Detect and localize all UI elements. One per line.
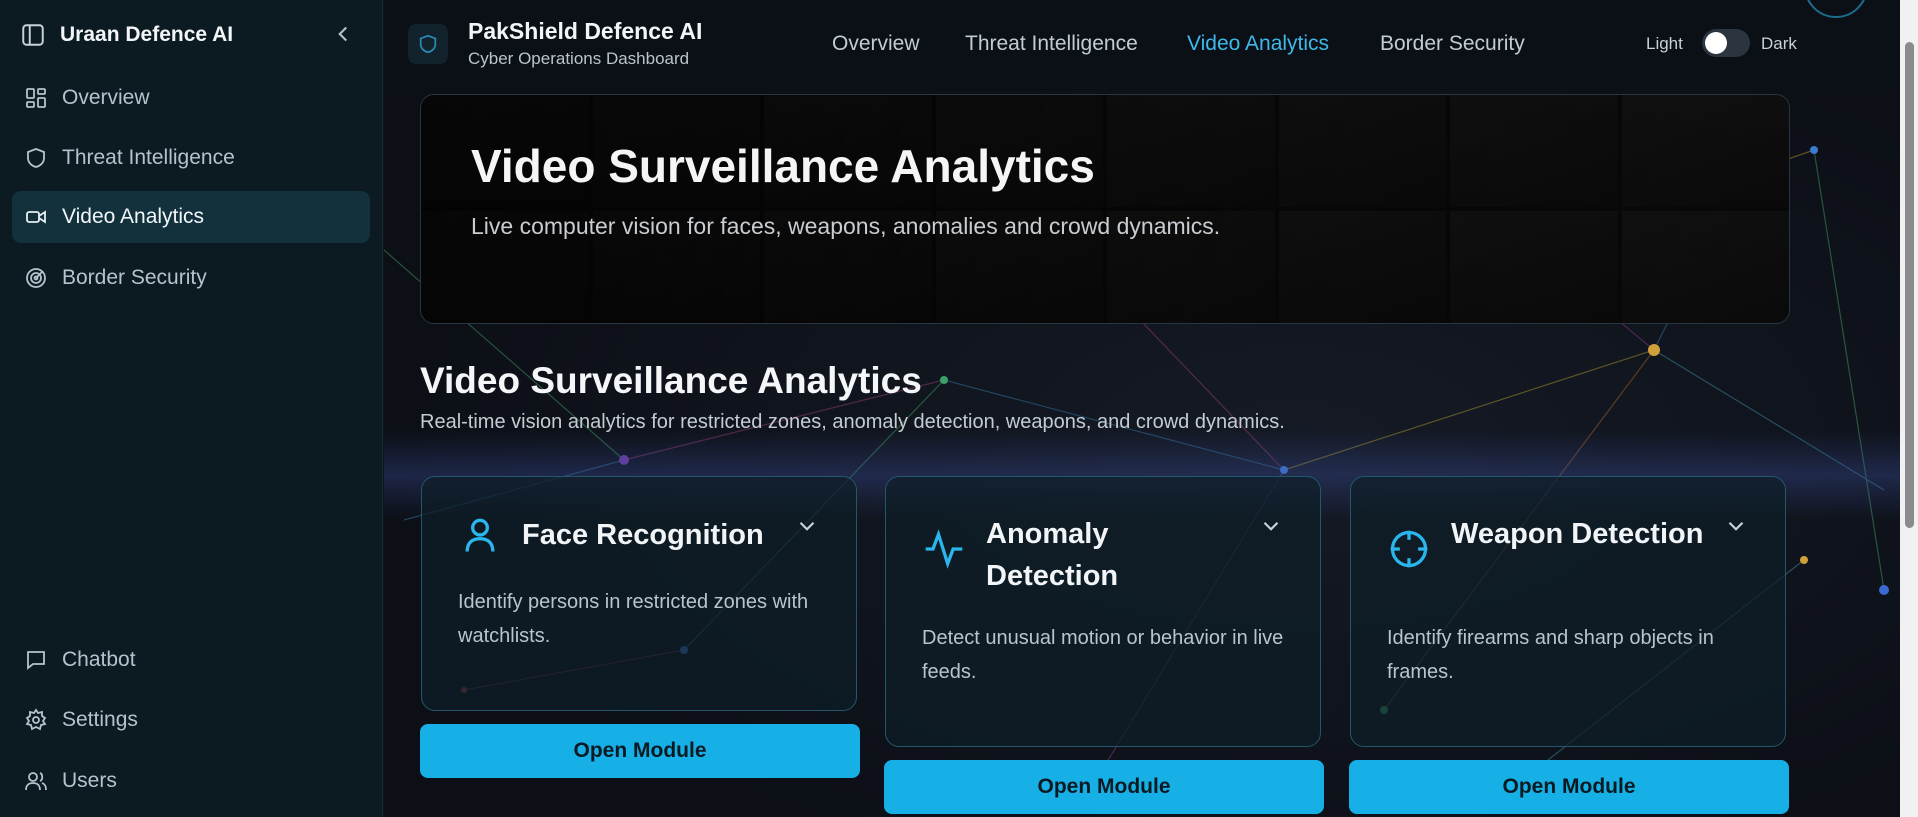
scrollbar-thumb[interactable] — [1905, 42, 1914, 528]
open-module-button[interactable]: Open Module — [1349, 760, 1789, 814]
brand-logo — [408, 24, 448, 64]
top-navbar: PakShield Defence AI Cyber Operations Da… — [384, 0, 1900, 90]
module-card-face-recognition[interactable]: Face Recognition Identify persons in res… — [421, 476, 857, 711]
sidebar-item-video-analytics[interactable]: Video Analytics — [12, 191, 370, 243]
hero-title: Video Surveillance Analytics — [471, 140, 1095, 192]
card-title: Weapon Detection — [1451, 518, 1704, 550]
toggle-knob — [1705, 32, 1727, 54]
nav-overview[interactable]: Overview — [832, 32, 920, 56]
gear-icon — [25, 708, 47, 731]
sidebar-item-threat-intelligence[interactable]: Threat Intelligence — [12, 132, 370, 184]
brand-subtitle: Cyber Operations Dashboard — [468, 49, 690, 68]
sidebar-item-border-security[interactable]: Border Security — [12, 252, 370, 304]
app-title: Uraan Defence AI — [60, 23, 234, 46]
theme-toggle[interactable] — [1702, 29, 1750, 57]
section-subtitle: Real-time vision analytics for restricte… — [420, 411, 1285, 433]
radar-icon — [26, 268, 46, 288]
nav-threat-intelligence[interactable]: Threat Intelligence — [965, 32, 1138, 56]
sidebar-item-label: Overview — [62, 86, 150, 109]
sidebar-item-label: Threat Intelligence — [62, 146, 235, 169]
chevron-down-icon[interactable] — [794, 513, 820, 539]
sidebar-item-label: Video Analytics — [62, 205, 205, 228]
open-module-button[interactable]: Open Module — [420, 724, 860, 778]
chevron-down-icon[interactable] — [1258, 513, 1284, 539]
module-card-weapon-detection[interactable]: Weapon Detection Identify firearms and s… — [1350, 476, 1786, 747]
chevron-down-icon[interactable] — [1723, 513, 1749, 539]
section-title: Video Surveillance Analytics — [420, 360, 922, 401]
sidebar-panel-icon[interactable] — [20, 22, 46, 48]
scrollbar[interactable] — [1900, 0, 1918, 817]
open-module-button[interactable]: Open Module — [884, 760, 1324, 814]
activity-icon — [925, 529, 963, 569]
sidebar-item-users[interactable]: Users — [12, 755, 370, 807]
shield-logo-icon — [419, 34, 437, 54]
user-icon — [465, 518, 495, 552]
nav-video-analytics[interactable]: Video Analytics — [1187, 32, 1329, 56]
sidebar: Uraan Defence AI Overview Threat Intelli… — [0, 0, 383, 817]
sidebar-item-label: Border Security — [62, 266, 207, 289]
brand-title: PakShield Defence AI — [468, 18, 703, 44]
sidebar-item-label: Settings — [62, 708, 138, 731]
hero-banner: Video Surveillance Analytics Live comput… — [420, 94, 1790, 324]
dashboard-icon — [26, 88, 46, 108]
chat-icon — [27, 651, 45, 670]
card-title: Face Recognition — [522, 519, 764, 551]
shield-icon — [27, 148, 45, 168]
theme-dark-label: Dark — [1761, 34, 1797, 53]
main-content: PakShield Defence AI Cyber Operations Da… — [384, 0, 1900, 817]
card-description: Identify persons in restricted zones wit… — [458, 591, 809, 647]
card-title: Anomaly Detection — [986, 518, 1119, 592]
sidebar-item-label: Users — [62, 769, 117, 792]
users-icon — [25, 772, 47, 791]
card-description: Identify firearms and sharp objects in f… — [1387, 627, 1714, 683]
sidebar-item-settings[interactable]: Settings — [12, 694, 370, 746]
module-card-anomaly-detection[interactable]: Anomaly Detection Detect unusual motion … — [885, 476, 1321, 747]
theme-light-label: Light — [1646, 34, 1683, 53]
video-camera-icon — [26, 210, 46, 224]
card-description: Detect unusual motion or behavior in liv… — [922, 627, 1284, 683]
chevron-left-icon[interactable] — [330, 21, 356, 47]
profile-circle[interactable] — [1804, 0, 1868, 18]
sidebar-item-overview[interactable]: Overview — [12, 72, 370, 124]
sidebar-item-chatbot[interactable]: Chatbot — [12, 634, 370, 686]
sidebar-item-label: Chatbot — [62, 648, 136, 671]
hero-overlay — [421, 95, 1789, 323]
hero-subtitle: Live computer vision for faces, weapons,… — [471, 213, 1221, 239]
crosshair-icon — [1390, 530, 1428, 568]
nav-border-security[interactable]: Border Security — [1380, 32, 1525, 56]
sidebar-header: Uraan Defence AI — [20, 18, 360, 52]
